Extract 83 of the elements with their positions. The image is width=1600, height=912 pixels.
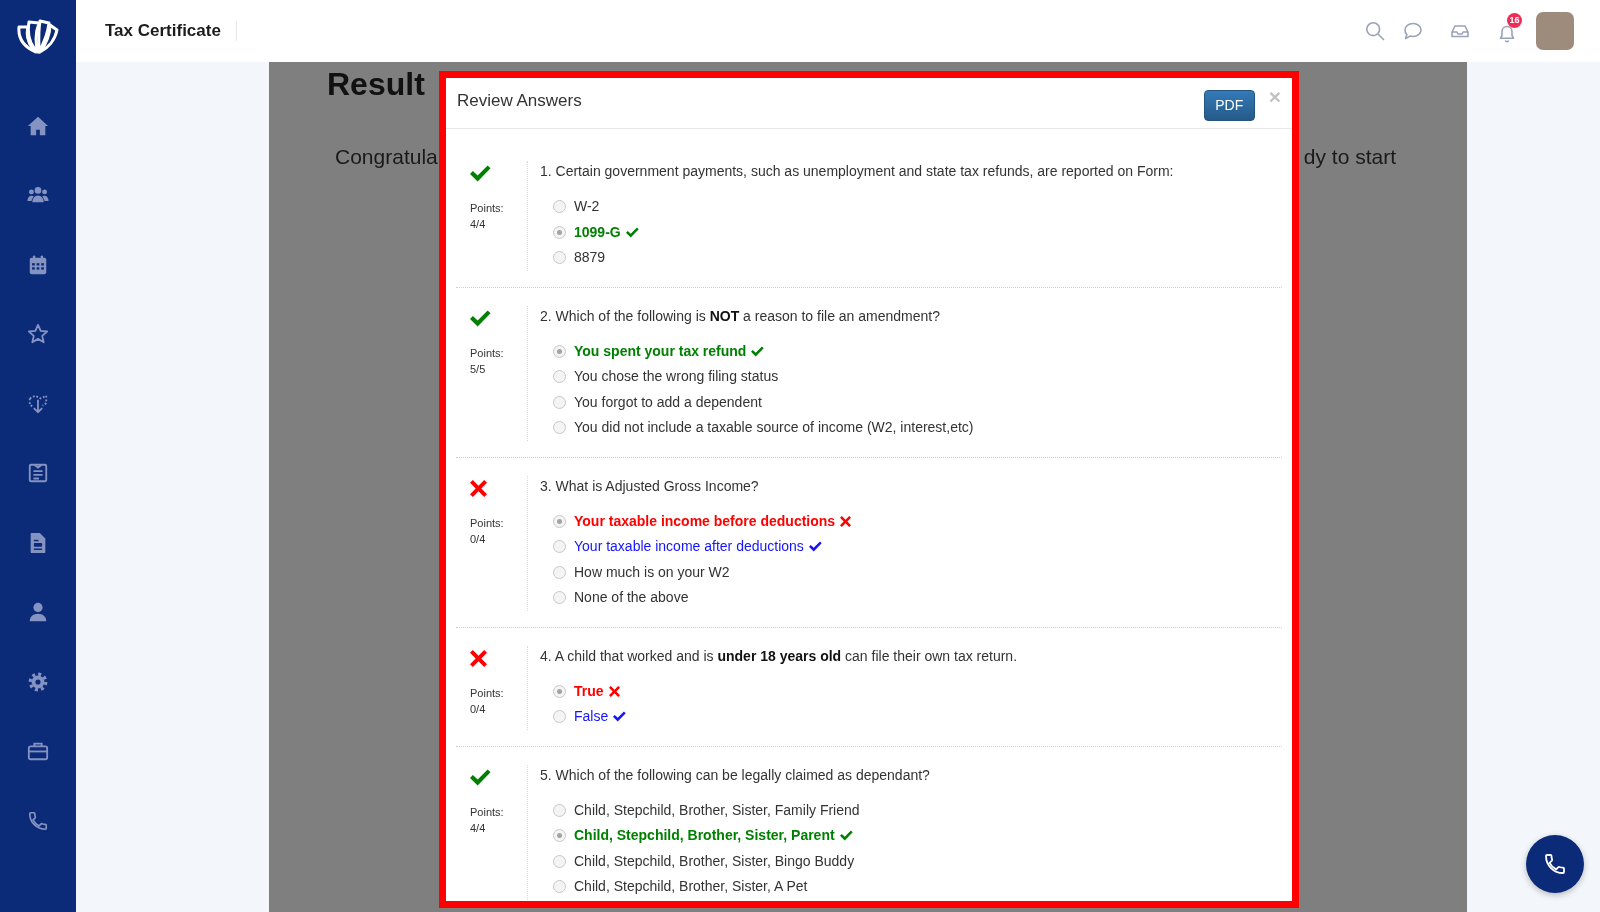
radio-button[interactable]: [553, 421, 566, 435]
points-label: Points:: [470, 201, 505, 216]
option-label: Child, Stepchild, Brother, Sister, Family Friend: [574, 800, 860, 820]
star-icon[interactable]: [27, 323, 49, 346]
notification-bell-icon[interactable]: [1497, 23, 1517, 44]
radio-button[interactable]: [553, 565, 566, 579]
points-label: Points:: [470, 345, 505, 361]
checkmark-icon: [470, 165, 491, 183]
radio-button[interactable]: [553, 540, 566, 554]
radio-button[interactable]: [553, 514, 566, 528]
notification-badge: 16: [1507, 13, 1522, 28]
option-label: You forgot to add a dependent: [574, 392, 762, 412]
radio-button[interactable]: [553, 710, 566, 724]
points-value: 4/4: [470, 820, 487, 836]
points-value: 5/5: [470, 361, 487, 377]
radio-button[interactable]: [553, 684, 566, 698]
gear-icon[interactable]: [27, 670, 49, 693]
option-label: W-2: [574, 197, 600, 217]
phone-icon: [1543, 852, 1567, 876]
points-value: 0/4: [470, 701, 487, 717]
radio-button[interactable]: [553, 251, 566, 265]
chat-bubble-icon[interactable]: [1403, 21, 1423, 41]
option-label: Child, Stepchild, Brother, Sister, A Pet: [574, 877, 808, 897]
cross-icon: [608, 685, 620, 697]
page-heading: Result: [327, 65, 425, 103]
option-label: None of the above: [574, 588, 689, 608]
option-label: Your taxable income after deductions: [574, 537, 804, 557]
dialog-title: Review Answers: [457, 90, 582, 112]
radio-button[interactable]: [553, 829, 566, 843]
question-text: 2. Which of the following is NOT a reason to file an amendment?: [540, 306, 941, 326]
option-label: False: [574, 707, 609, 727]
radio-button[interactable]: [553, 370, 566, 384]
page-text: dy to start: [1303, 144, 1396, 170]
points-value: 4/4: [470, 217, 487, 232]
page-text: Congratula: [335, 144, 438, 170]
radio-button[interactable]: [553, 803, 566, 817]
phone-icon[interactable]: [27, 809, 49, 832]
question-text: 1. Certain government payments, such as unemployment and state tax refunds, are reported on Form:: [540, 162, 1175, 181]
search-icon[interactable]: [1365, 21, 1385, 41]
option-label: How much is on your W2: [574, 562, 730, 582]
option-label: You did not include a taxable source of income (W2, interest,etc): [574, 418, 974, 438]
radio-button[interactable]: [553, 395, 566, 409]
radio-button[interactable]: [553, 854, 566, 868]
calendar-icon[interactable]: [27, 253, 49, 276]
points-value: 0/4: [470, 531, 487, 547]
option-label: Child, Stepchild, Brother, Sister, Parent: [574, 826, 835, 846]
user-icon[interactable]: [27, 601, 49, 624]
option-label: You chose the wrong filing status: [574, 367, 779, 387]
briefcase-icon[interactable]: [27, 740, 49, 763]
radio-button[interactable]: [553, 880, 566, 894]
radio-button[interactable]: [553, 225, 566, 239]
option-label: True: [574, 681, 604, 701]
question-text: 4. A child that worked and is under 18 years old can file their own tax return.: [540, 646, 1019, 666]
option-label: 1099-G: [574, 222, 621, 242]
cross-icon: [470, 649, 487, 667]
page-title: Tax Certificate: [105, 21, 221, 41]
points-label: Points:: [470, 515, 505, 531]
option-label: 8879: [574, 248, 606, 268]
cross-icon: [840, 515, 852, 527]
option-label: Your taxable income before deductions: [574, 511, 836, 531]
radio-button[interactable]: [553, 591, 566, 605]
checkmark-icon: [625, 226, 639, 238]
cross-icon: [470, 479, 487, 497]
checkmark-icon: [470, 309, 491, 327]
pdf-button[interactable]: PDF: [1203, 90, 1255, 121]
list-card-icon[interactable]: [27, 462, 49, 485]
question-text: 5. Which of the following can be legally claimed as dependant?: [540, 765, 931, 785]
checkmark-icon: [839, 830, 853, 842]
checkmark-icon: [751, 345, 765, 357]
checkmark-icon: [470, 768, 491, 786]
radio-button[interactable]: [553, 344, 566, 358]
radio-button[interactable]: [553, 200, 566, 214]
option-label: You spent your tax refund: [574, 341, 747, 361]
checkmark-icon: [808, 541, 822, 553]
option-label: Child, Stepchild, Brother, Sister, Bingo Buddy: [574, 851, 855, 871]
points-label: Points:: [470, 804, 505, 820]
checkmark-icon: [613, 711, 627, 723]
petal-logo-icon[interactable]: [16, 18, 60, 54]
home-icon[interactable]: [27, 114, 49, 137]
call-button[interactable]: [1526, 835, 1584, 893]
points-label: Points:: [470, 685, 505, 701]
avatar-photo-placeholder[interactable]: [1536, 12, 1574, 50]
question-text: 3. What is Adjusted Gross Income?: [540, 476, 760, 496]
